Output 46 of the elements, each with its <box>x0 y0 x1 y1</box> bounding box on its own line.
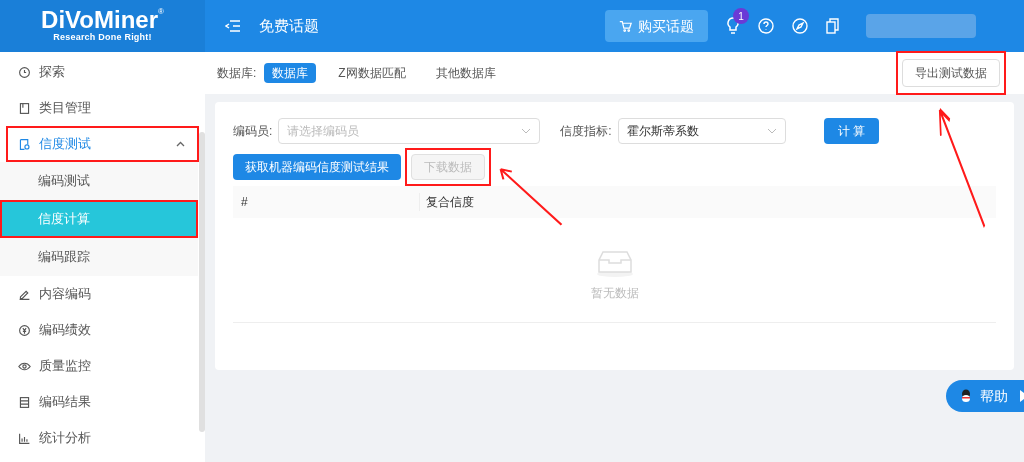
ledger-icon <box>18 395 31 409</box>
sidebar-subitem[interactable]: 编码跟踪 <box>0 238 198 276</box>
calculate-button[interactable]: 计 算 <box>823 118 880 144</box>
sidebar-item[interactable]: 质量监控 <box>6 348 199 384</box>
metric-select[interactable]: 霍尔斯蒂系数 <box>617 118 786 144</box>
sidebar-item[interactable]: 统计分析 <box>6 420 199 456</box>
yen-circle-icon <box>18 323 31 337</box>
sidebar-subitem[interactable]: 编码测试 <box>0 162 198 200</box>
sidebar-item[interactable]: 内容编码 <box>6 276 199 312</box>
menu-collapse-icon[interactable] <box>225 19 241 33</box>
bar-chart-icon <box>18 431 31 445</box>
document-icon <box>18 137 31 151</box>
database-tab[interactable]: 其他数据库 <box>427 63 504 83</box>
notification-badge: 1 <box>733 8 749 24</box>
column-header: 复合信度 <box>419 193 474 211</box>
page-title: 免费话题 <box>259 15 319 36</box>
sidebar-item[interactable]: 编码绩效 <box>6 312 199 348</box>
sidebar-item[interactable]: 探索 <box>6 54 199 90</box>
sidebar-item[interactable]: 信度测试 <box>6 126 199 162</box>
database-label: 数据库: <box>217 65 257 82</box>
database-tab[interactable]: Z网数据匹配 <box>330 63 414 83</box>
arrow-drawing <box>499 168 563 226</box>
column-header: # <box>240 194 249 211</box>
help-icon[interactable] <box>758 18 774 34</box>
export-test-data-button[interactable]: 导出测试数据 <box>902 59 1000 87</box>
dropdown-caret-icon <box>766 128 777 134</box>
help-button[interactable]: 帮助 <box>946 380 1024 412</box>
fetch-results-button[interactable]: 获取机器编码信度测试结果 <box>233 154 401 180</box>
sidebar-item[interactable]: 编码结果 <box>6 384 199 420</box>
empty-text: 暂无数据 <box>590 285 639 302</box>
copy-icon[interactable] <box>826 18 840 34</box>
logo-text: DiVoMiner <box>41 8 158 33</box>
registered-mark: ® <box>158 8 164 17</box>
metric-label: 信度指标: <box>560 123 612 140</box>
dropdown-caret-icon <box>521 128 532 134</box>
cart-icon <box>619 19 632 33</box>
logo-tagline: Research Done Right! <box>53 32 152 44</box>
lightbulb-icon[interactable] <box>726 17 740 35</box>
empty-inbox-icon <box>594 248 635 278</box>
coder-label: 编码员: <box>233 123 273 140</box>
clock-icon <box>18 65 31 79</box>
sidebar-item[interactable]: 类目管理 <box>6 90 199 126</box>
book-icon <box>18 101 31 115</box>
penguin-icon <box>960 389 972 403</box>
compass-icon[interactable] <box>792 18 808 34</box>
database-tab[interactable]: 数据库 <box>264 63 317 83</box>
